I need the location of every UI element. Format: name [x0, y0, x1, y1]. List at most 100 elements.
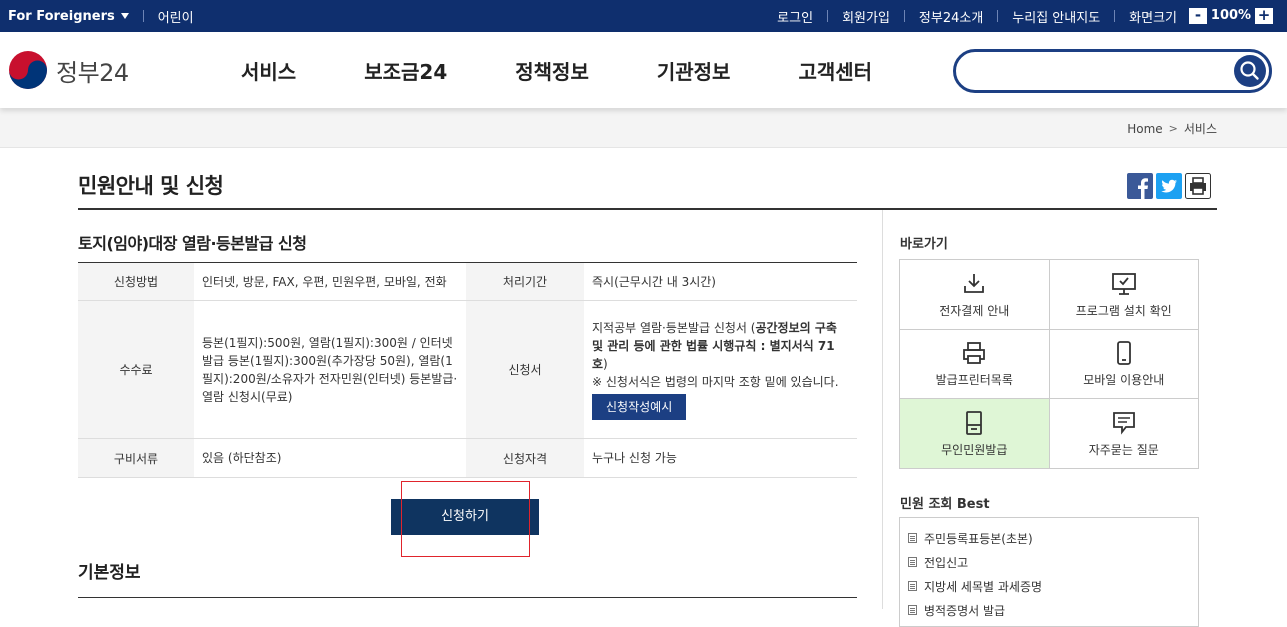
breadcrumb-home[interactable]: Home [1127, 122, 1162, 136]
nav-customer-center[interactable]: 고객센터 [798, 56, 872, 85]
print-button[interactable] [1185, 173, 1211, 199]
quick-link-faq[interactable]: 자주묻는 질문 [1049, 399, 1199, 469]
form-name-close: ) [603, 357, 608, 371]
breadcrumb: Home > 서비스 [1127, 120, 1217, 137]
quick-link-label: 모바일 이용안내 [1083, 373, 1165, 388]
monitor-check-icon [1111, 272, 1136, 295]
qualification-label: 신청자격 [466, 438, 584, 478]
twitter-share-button[interactable] [1156, 173, 1182, 199]
nav-agency[interactable]: 기관정보 [657, 56, 731, 85]
for-foreigners-dropdown[interactable]: For Foreigners [8, 9, 129, 24]
document-icon [908, 557, 917, 567]
sidebar-divider [882, 210, 883, 609]
basic-info-title: 기본정보 [78, 563, 141, 583]
main-nav: 서비스 보조금24 정책정보 기관정보 고객센터 [241, 32, 940, 108]
list-item[interactable]: 전입신고 [908, 550, 1198, 574]
twitter-icon [1156, 173, 1182, 199]
site-logo[interactable]: 정부24 [8, 50, 129, 90]
period-value: 즉시(근무시간 내 3시간) [584, 262, 857, 301]
form-note: ※ 신청서식은 법령의 마지막 조항 밑에 있습니다. [592, 375, 839, 389]
quick-link-printer-list[interactable]: 발급프린터목록 [900, 329, 1050, 399]
zoom-control: - 100% + [1189, 8, 1273, 24]
best-services-title: 민원 조회 Best [900, 497, 990, 512]
printer-icon [1185, 173, 1211, 199]
form-example-button[interactable]: 신청작성예시 [592, 394, 687, 420]
breadcrumb-current[interactable]: 서비스 [1184, 120, 1217, 137]
form-label: 신청서 [466, 300, 584, 439]
quick-link-label: 프로그램 설치 확인 [1075, 303, 1172, 318]
for-foreigners-label: For Foreigners [8, 8, 115, 24]
top-utility-bar: For Foreigners 어린이 로그인 회원가입 정부24소개 누리집 안… [0, 0, 1287, 32]
list-item[interactable]: 지방세 세목별 과세증명 [908, 574, 1198, 598]
table-row: 신청방법 인터넷, 방문, FAX, 우편, 민원우편, 모바일, 전화 처리기… [78, 262, 857, 301]
quick-links-title: 바로가기 [900, 237, 948, 252]
list-item-label: 지방세 세목별 과세증명 [924, 579, 1043, 594]
quick-link-mobile-guide[interactable]: 모바일 이용안내 [1049, 329, 1199, 399]
form-value: 지적공부 열람·등본발급 신청서 (공간정보의 구축 및 관리 등에 관한 법률… [584, 300, 857, 439]
breadcrumb-bar: Home > 서비스 [0, 108, 1287, 148]
screen-size-label: 화면크기 [1129, 10, 1177, 26]
site-header: 정부24 서비스 보조금24 정책정보 기관정보 고객센터 [0, 32, 1287, 108]
breadcrumb-separator: > [1168, 122, 1178, 135]
login-link[interactable]: 로그인 [777, 7, 813, 26]
title-divider [78, 208, 1217, 210]
list-item[interactable]: 병적증명서 발급 [908, 598, 1198, 622]
zoom-out-button[interactable]: - [1189, 8, 1207, 24]
download-icon [964, 273, 985, 293]
quick-link-payment[interactable]: 전자결제 안내 [900, 260, 1050, 330]
facebook-share-button[interactable] [1127, 173, 1153, 199]
list-item[interactable]: 주민등록표등본(초본) [908, 526, 1198, 550]
speech-bubble-icon [1112, 411, 1135, 435]
quick-link-label: 무인민원발급 [941, 442, 1008, 457]
page-title: 민원안내 및 신청 [78, 174, 224, 198]
list-item-label: 주민등록표등본(초본) [924, 531, 1033, 546]
search-button[interactable] [1234, 55, 1266, 87]
nav-services[interactable]: 서비스 [241, 56, 296, 85]
qualification-value: 누구나 신청 가능 [584, 438, 857, 478]
nav-subsidy[interactable]: 보조금24 [364, 56, 447, 85]
search-icon [1240, 61, 1259, 80]
fee-label: 수수료 [78, 300, 194, 439]
divider [997, 10, 999, 22]
method-label: 신청방법 [78, 262, 194, 301]
nav-policy[interactable]: 정책정보 [515, 56, 589, 85]
divider [903, 10, 905, 22]
sitemap-link[interactable]: 누리집 안내지도 [1012, 7, 1100, 26]
quick-link-program-check[interactable]: 프로그램 설치 확인 [1049, 260, 1199, 330]
quick-link-kiosk[interactable]: 무인민원발급 [900, 399, 1050, 469]
zoom-in-button[interactable]: + [1255, 8, 1273, 24]
search-box [953, 49, 1272, 93]
form-name: 지적공부 열람·등본발급 신청서 ( [592, 321, 756, 335]
method-value: 인터넷, 방문, FAX, 우편, 민원우편, 모바일, 전화 [194, 262, 466, 301]
zoom-value: 100% [1210, 8, 1252, 23]
list-item-label: 병적증명서 발급 [924, 603, 1006, 618]
printer-icon [963, 342, 986, 365]
taegeuk-logo-icon [9, 51, 47, 89]
period-label: 처리기간 [466, 262, 584, 301]
about-link[interactable]: 정부24소개 [919, 7, 983, 26]
best-services-list: 주민등록표등본(초본) 전입신고 지방세 세목별 과세증명 병적증명서 발급 [899, 517, 1199, 627]
quick-link-label: 자주묻는 질문 [1088, 442, 1159, 457]
apply-button[interactable]: 신청하기 [391, 499, 539, 535]
docs-label: 구비서류 [78, 438, 194, 478]
table-row: 구비서류 있음 (하단참조) 신청자격 누구나 신청 가능 [78, 438, 857, 478]
document-icon [908, 533, 917, 543]
kids-link[interactable]: 어린이 [158, 7, 194, 26]
basic-info-divider [78, 597, 857, 598]
service-title: 토지(임야)대장 열람·등본발급 신청 [78, 234, 307, 253]
divider [1114, 10, 1116, 22]
divider [142, 10, 144, 22]
facebook-icon [1127, 173, 1153, 199]
table-row: 수수료 등본(1필지):500원, 열람(1필지):300원 / 인터넷발급 등… [78, 300, 857, 439]
signup-link[interactable]: 회원가입 [842, 7, 890, 26]
caret-down-icon [120, 13, 129, 19]
share-buttons [1124, 173, 1211, 199]
quick-links-grid: 전자결제 안내 프로그램 설치 확인 발급프린터목록 모바일 이용안내 무인민원… [899, 259, 1199, 469]
mobile-phone-icon [1116, 341, 1131, 366]
kiosk-icon [966, 410, 983, 435]
fee-value: 등본(1필지):500원, 열람(1필지):300원 / 인터넷발급 등본(1필… [194, 300, 466, 439]
search-input[interactable] [970, 59, 1230, 83]
service-info-table: 신청방법 인터넷, 방문, FAX, 우편, 민원우편, 모바일, 전화 처리기… [78, 262, 857, 478]
document-icon [908, 581, 917, 591]
docs-value: 있음 (하단참조) [194, 438, 466, 478]
